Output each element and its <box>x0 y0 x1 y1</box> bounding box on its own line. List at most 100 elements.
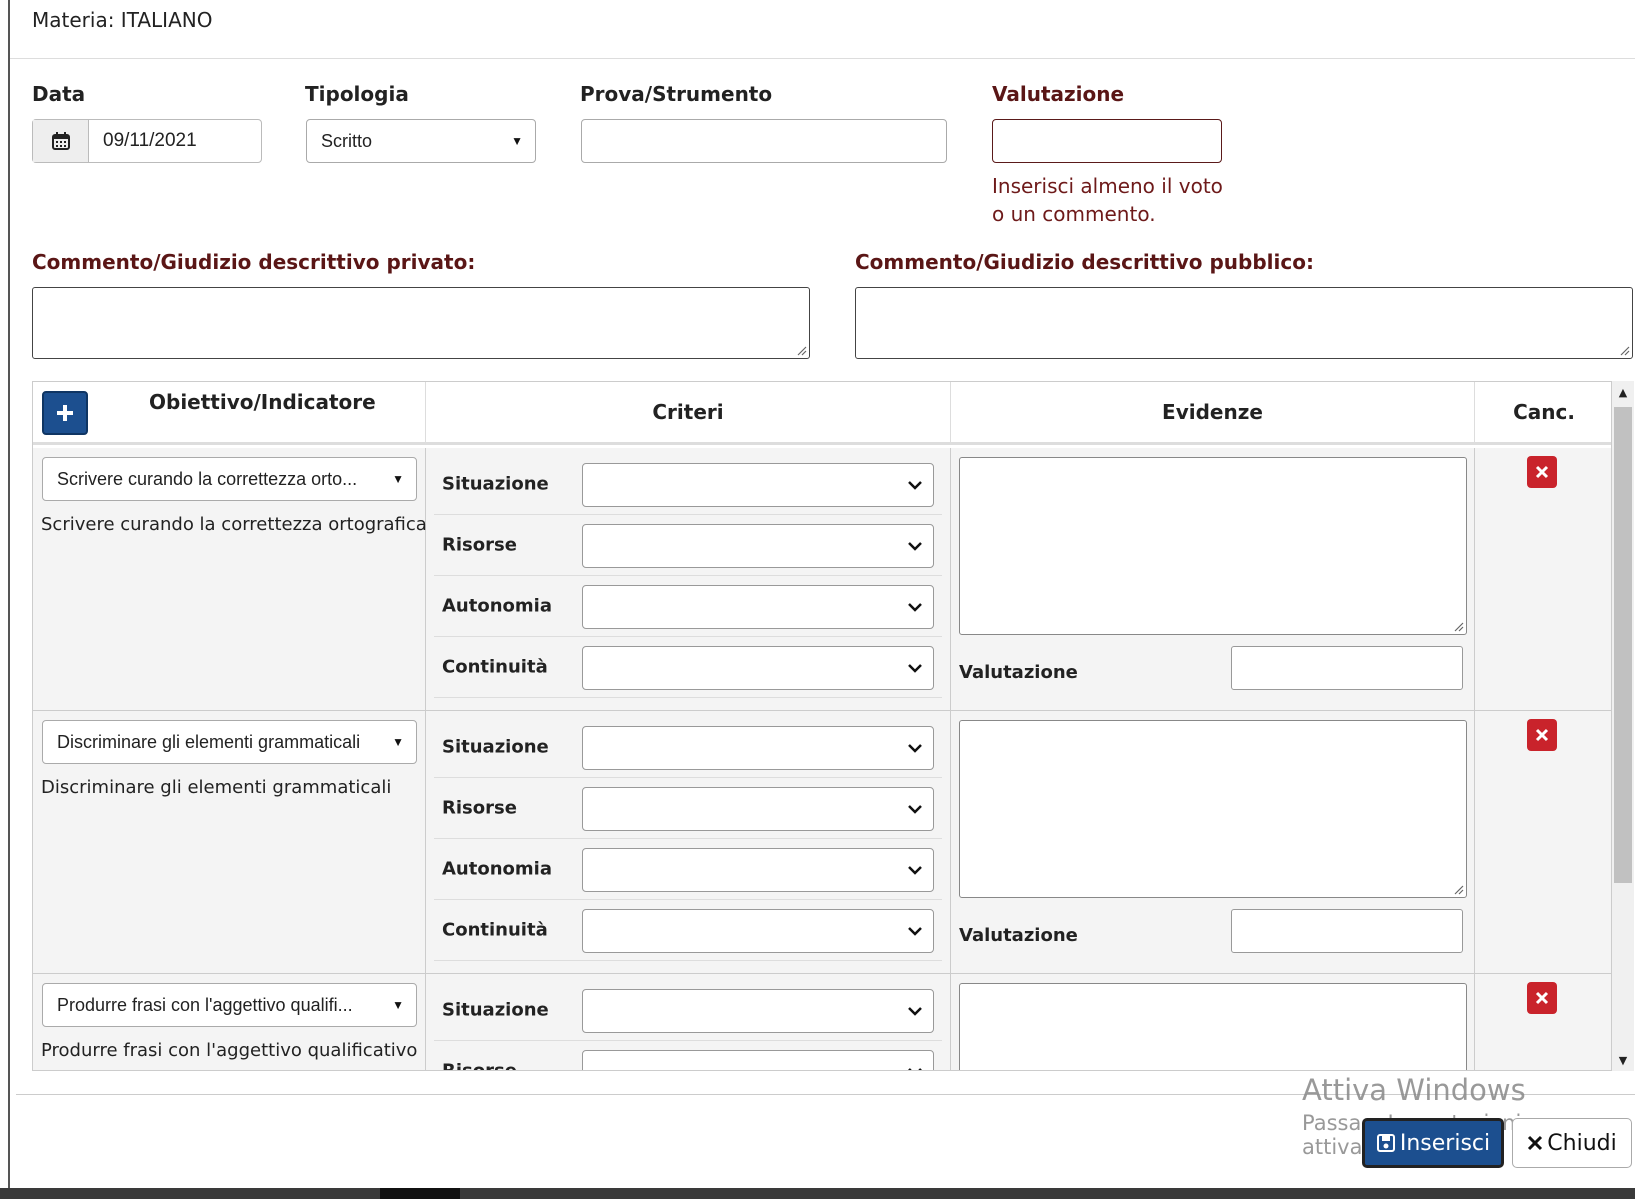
date-value[interactable]: 09/11/2021 <box>89 120 197 162</box>
chevron-down-icon <box>908 603 922 612</box>
test-input[interactable] <box>581 119 947 163</box>
objectives-table: Obiettivo/Indicatore Criteri Evidenze Ca… <box>32 381 1612 1071</box>
resize-grip-icon[interactable] <box>1452 883 1464 895</box>
objective-select-value: Discriminare gli elementi grammaticali <box>57 731 361 752</box>
criteria-row: Risorse <box>434 1041 942 1071</box>
plus-icon <box>57 405 73 421</box>
criteria-cell: Situazione Risorse Autonomia Continuità <box>426 711 951 973</box>
grade-label: Valutazione <box>992 82 1125 106</box>
resize-grip-icon[interactable] <box>795 344 807 356</box>
evidence-textarea[interactable] <box>959 720 1467 898</box>
insert-button[interactable]: Inserisci <box>1362 1118 1504 1168</box>
background-element <box>380 1188 460 1199</box>
delete-x-icon <box>1535 991 1549 1005</box>
criteria-row: Situazione <box>434 980 942 1041</box>
evidence-textarea[interactable] <box>959 983 1467 1070</box>
delete-cell <box>1475 974 1611 1070</box>
delete-cell <box>1475 711 1611 973</box>
delete-row-button[interactable] <box>1527 982 1557 1014</box>
date-label: Data <box>32 82 86 106</box>
criteria-cell: Situazione Risorse Autonomia Continuità <box>426 448 951 710</box>
objective-cell: Discriminare gli elementi grammaticali ▼… <box>33 711 426 973</box>
modal-border <box>0 0 10 1192</box>
criteria-select[interactable] <box>582 646 934 690</box>
delete-row-button[interactable] <box>1527 456 1557 488</box>
add-objective-button[interactable] <box>42 391 88 435</box>
criteria-select[interactable] <box>582 585 934 629</box>
scroll-thumb[interactable] <box>1614 407 1632 883</box>
criteria-select[interactable] <box>582 524 934 568</box>
scroll-up-arrow-icon[interactable]: ▲ <box>1612 381 1634 403</box>
criteria-select[interactable] <box>582 463 934 507</box>
criteria-select[interactable] <box>582 1050 934 1070</box>
criteria-select[interactable] <box>582 909 934 953</box>
evidence-grade-label: Valutazione <box>959 925 1078 946</box>
calendar-icon[interactable] <box>33 120 89 162</box>
resize-grip-icon[interactable] <box>1452 620 1464 632</box>
caret-down-icon: ▼ <box>392 735 404 749</box>
delete-cell <box>1475 448 1611 710</box>
date-field[interactable]: 09/11/2021 <box>32 119 262 163</box>
chevron-down-icon <box>908 1068 922 1070</box>
criteria-select[interactable] <box>582 726 934 770</box>
criteria-select[interactable] <box>582 787 934 831</box>
criteria-label: Continuità <box>442 919 548 941</box>
insert-button-label: Inserisci <box>1399 1130 1491 1156</box>
evidence-grade-input[interactable] <box>1231 909 1463 953</box>
criteria-label: Situazione <box>442 736 549 758</box>
criteria-label: Risorse <box>442 1060 517 1071</box>
private-comment-textarea[interactable] <box>32 287 810 359</box>
grade-input[interactable] <box>992 119 1222 163</box>
criteria-row: Risorse <box>434 515 942 576</box>
criteria-select[interactable] <box>582 989 934 1033</box>
close-button-label: Chiudi <box>1547 1130 1617 1156</box>
table-row: Scrivere curando la correttezza orto... … <box>33 448 1611 711</box>
objective-description: Discriminare gli elementi grammaticali <box>41 777 392 798</box>
objective-header: Obiettivo/Indicatore <box>33 382 426 445</box>
criteria-row: Continuità <box>434 900 942 961</box>
objective-select[interactable]: Produrre frasi con l'aggettivo qualifi..… <box>42 983 417 1027</box>
evidence-textarea[interactable] <box>959 457 1467 635</box>
objective-cell: Produrre frasi con l'aggettivo qualifi..… <box>33 974 426 1070</box>
objective-select[interactable]: Scrivere curando la correttezza orto... … <box>42 457 417 501</box>
public-comment-textarea[interactable] <box>855 287 1633 359</box>
delete-x-icon <box>1535 728 1549 742</box>
objective-description: Produrre frasi con l'aggettivo qualifica… <box>41 1040 418 1061</box>
criteria-row: Autonomia <box>434 576 942 637</box>
private-comment-label: Commento/Giudizio descrittivo privato: <box>32 250 476 274</box>
divider <box>10 58 1635 59</box>
evidence-grade-input[interactable] <box>1231 646 1463 690</box>
save-icon <box>1376 1134 1395 1152</box>
chevron-down-icon <box>908 664 922 673</box>
delete-row-button[interactable] <box>1527 719 1557 751</box>
chevron-down-icon <box>908 805 922 814</box>
resize-grip-icon[interactable] <box>1618 344 1630 356</box>
subject-label: Materia: ITALIANO <box>32 8 213 32</box>
objective-cell: Scrivere curando la correttezza orto... … <box>33 448 427 710</box>
test-label: Prova/Strumento <box>580 82 773 106</box>
caret-down-icon: ▼ <box>392 998 404 1012</box>
type-label: Tipologia <box>305 82 409 106</box>
type-select[interactable]: Scritto ▼ <box>306 119 536 163</box>
chevron-down-icon <box>908 866 922 875</box>
criteria-label: Situazione <box>442 473 549 495</box>
table-scrollbar[interactable]: ▲ ▼ <box>1612 381 1634 1071</box>
criteria-header: Criteri <box>426 382 951 445</box>
objective-select[interactable]: Discriminare gli elementi grammaticali ▼ <box>42 720 417 764</box>
criteria-label: Risorse <box>442 534 517 556</box>
scroll-down-arrow-icon[interactable]: ▼ <box>1612 1049 1634 1071</box>
chevron-down-icon <box>908 481 922 490</box>
close-button[interactable]: Chiudi <box>1512 1118 1632 1168</box>
validation-line-1: Inserisci almeno il voto <box>992 174 1223 198</box>
chevron-down-icon <box>908 744 922 753</box>
table-row: Produrre frasi con l'aggettivo qualifi..… <box>33 974 1611 1071</box>
objective-header-label: Obiettivo/Indicatore <box>149 390 376 414</box>
validation-line-2: o un commento. <box>992 202 1156 226</box>
caret-down-icon: ▼ <box>392 472 404 486</box>
criteria-select[interactable] <box>582 848 934 892</box>
criteria-row: Situazione <box>434 717 942 778</box>
chevron-down-icon <box>908 927 922 936</box>
table-row: Discriminare gli elementi grammaticali ▼… <box>33 711 1611 974</box>
criteria-label: Situazione <box>442 999 549 1021</box>
criteria-label: Autonomia <box>442 595 552 617</box>
